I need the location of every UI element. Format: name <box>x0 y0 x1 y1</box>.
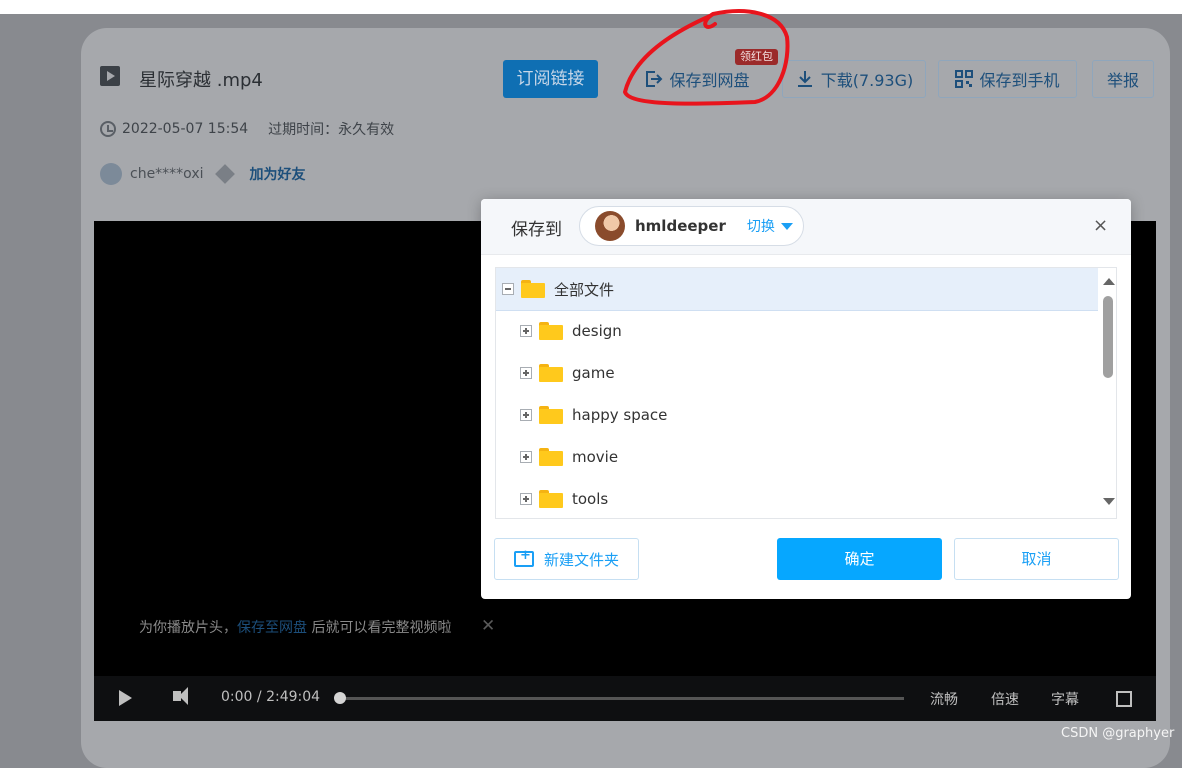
download-label: 下载(7.93G) <box>820 71 914 90</box>
player-controls: 0:00 / 2:49:04 流畅 倍速 字幕 <box>94 676 1156 721</box>
tip-close-icon[interactable]: ✕ <box>481 616 495 636</box>
file-title: 星际穿越 .mp4 <box>139 70 263 91</box>
tree-folder-happy-space[interactable]: happy space <box>496 394 1098 436</box>
tree-scrollbar[interactable] <box>1098 268 1116 518</box>
share-datetime: 2022-05-07 15:54 <box>122 121 249 137</box>
dialog-title: 保存到 <box>511 220 562 240</box>
save-to-phone-label: 保存到手机 <box>979 71 1060 90</box>
folder-icon <box>521 280 545 298</box>
expand-icon[interactable] <box>520 451 532 463</box>
tree-root-label: 全部文件 <box>554 280 615 299</box>
folder-tree: 全部文件 design game happy space movie tools <box>495 267 1117 519</box>
quality-button[interactable]: 流畅 <box>930 689 958 709</box>
watermark: CSDN @graphyer <box>1061 726 1175 741</box>
subtitle-button[interactable]: 字幕 <box>1051 689 1079 709</box>
account-name: hmldeeper <box>635 217 726 235</box>
fullscreen-icon[interactable] <box>1116 691 1132 707</box>
scroll-thumb[interactable] <box>1103 296 1113 378</box>
new-folder-icon <box>513 548 534 567</box>
tree-root[interactable]: 全部文件 <box>496 268 1098 311</box>
expire-text: 过期时间：永久有效 <box>268 122 395 138</box>
current-time: 0:00 <box>221 689 253 705</box>
download-icon <box>797 71 812 87</box>
time-display: 0:00 / 2:49:04 <box>221 689 320 705</box>
speed-button[interactable]: 倍速 <box>991 689 1019 709</box>
expand-icon[interactable] <box>520 367 532 379</box>
tip-save-link[interactable]: 保存至网盘 <box>237 620 307 636</box>
close-icon[interactable]: × <box>1093 215 1108 236</box>
diamond-icon <box>214 164 235 184</box>
scroll-up-icon[interactable] <box>1103 278 1115 285</box>
progress-bar[interactable] <box>334 692 904 704</box>
preview-tip: 为你播放片头，保存至网盘 后就可以看完整视频啦 <box>139 617 451 637</box>
download-button[interactable]: 下载(7.93G) <box>782 60 926 98</box>
cancel-button[interactable]: 取消 <box>954 538 1119 580</box>
folder-icon <box>539 448 563 466</box>
dialog-header: 保存到 hmldeeper 切换 × <box>481 199 1131 255</box>
time-separator: / <box>256 689 262 705</box>
folder-label: design <box>572 322 622 340</box>
share-meta: 2022-05-07 15:54 过期时间：永久有效 <box>100 119 394 139</box>
video-file-icon <box>100 66 120 86</box>
chevron-down-icon <box>780 222 793 230</box>
folder-icon <box>539 490 563 508</box>
expand-icon[interactable] <box>520 409 532 421</box>
subscribe-button[interactable]: 订阅链接 <box>503 60 598 98</box>
clock-icon <box>100 121 116 137</box>
sharer-info: che****oxi 加为好友 <box>100 163 306 185</box>
tree-folder-movie[interactable]: movie <box>496 436 1098 478</box>
red-annotation-circle <box>622 9 790 106</box>
avatar <box>595 211 625 241</box>
collapse-icon[interactable] <box>502 283 514 295</box>
tree-folder-tools[interactable]: tools <box>496 478 1098 518</box>
save-to-phone-button[interactable]: 保存到手机 <box>938 60 1077 98</box>
add-friend-link[interactable]: 加为好友 <box>250 164 306 184</box>
account-selector[interactable]: hmldeeper 切换 <box>579 206 804 246</box>
tree-folder-design[interactable]: design <box>496 310 1098 352</box>
folder-icon <box>539 322 563 340</box>
progress-handle[interactable] <box>334 692 346 704</box>
folder-label: happy space <box>572 406 668 424</box>
folder-label: tools <box>572 490 609 508</box>
new-folder-button[interactable]: 新建文件夹 <box>494 538 639 580</box>
folder-label: game <box>572 364 615 382</box>
folder-icon <box>539 406 563 424</box>
qrcode-icon <box>955 70 974 88</box>
confirm-button[interactable]: 确定 <box>777 538 942 580</box>
folder-label: movie <box>572 448 619 466</box>
tree-folder-game[interactable]: game <box>496 352 1098 394</box>
volume-icon[interactable] <box>173 687 188 705</box>
play-icon[interactable] <box>119 690 132 706</box>
save-to-dialog: 保存到 hmldeeper 切换 × 全部文件 design game happ… <box>481 199 1131 599</box>
report-button[interactable]: 举报 <box>1092 60 1154 98</box>
sharer-name: che****oxi <box>130 166 204 182</box>
expand-icon[interactable] <box>520 325 532 337</box>
browser-top-strip <box>0 0 1182 14</box>
duration: 2:49:04 <box>266 689 321 705</box>
expand-icon[interactable] <box>520 493 532 505</box>
tip-suffix: 后就可以看完整视频啦 <box>307 620 452 636</box>
switch-account-link[interactable]: 切换 <box>747 216 775 236</box>
scroll-down-icon[interactable] <box>1103 498 1115 505</box>
avatar[interactable] <box>100 163 122 185</box>
tip-prefix: 为你播放片头， <box>139 620 237 636</box>
folder-icon <box>539 364 563 382</box>
new-folder-label: 新建文件夹 <box>543 550 619 569</box>
